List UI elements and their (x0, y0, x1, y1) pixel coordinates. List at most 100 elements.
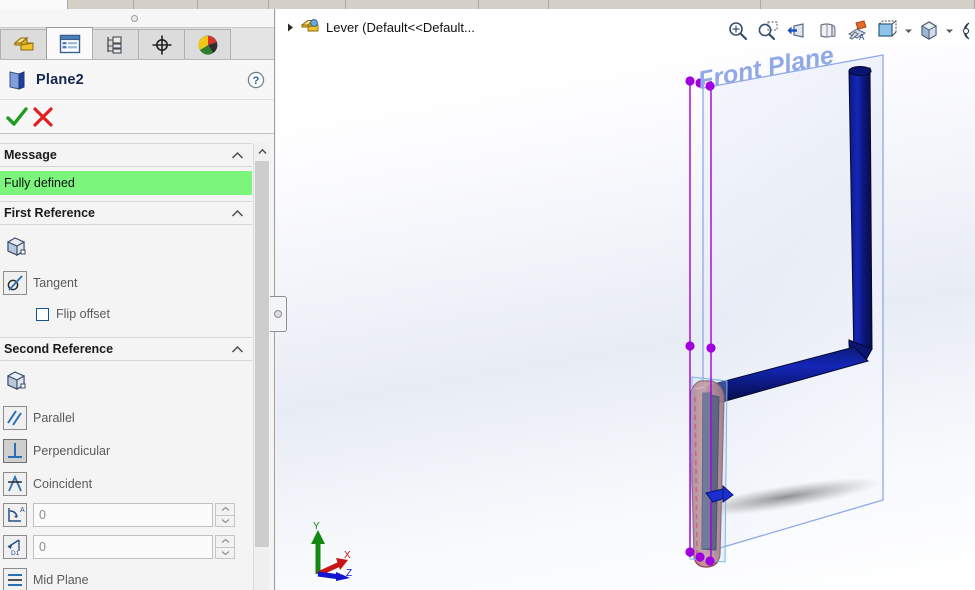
distance-icon: D1 (3, 535, 27, 559)
expand-arrow-right[interactable] (282, 22, 298, 33)
zoom-to-fit-icon[interactable] (723, 18, 753, 44)
second-reference-constraint-parallel[interactable]: Parallel (0, 405, 252, 431)
distance-stepper-down[interactable] (215, 546, 235, 559)
first-reference-constraint-tangent[interactable]: Tangent (0, 270, 252, 296)
ribbon-tab-0[interactable] (0, 0, 68, 9)
flip-offset-row[interactable]: Flip offset (36, 307, 110, 321)
distance-stepper[interactable] (215, 535, 235, 559)
tab-property-manager[interactable] (46, 27, 93, 59)
section-first-reference-header[interactable]: First Reference (0, 201, 252, 225)
ribbon-tab-6[interactable] (479, 0, 549, 9)
coincident-label: Coincident (33, 477, 93, 491)
section-first-reference-label: First Reference (4, 206, 96, 220)
flip-offset-label: Flip offset (56, 307, 110, 321)
section-view-icon[interactable] (813, 18, 843, 44)
tab-configuration-manager[interactable] (92, 29, 139, 59)
help-question-icon[interactable]: ? (247, 71, 265, 89)
graphics-region: Lever (Default<<Default... A Front Plane… (276, 9, 975, 590)
panel-pin-button[interactable] (131, 15, 138, 22)
svg-text:A: A (20, 507, 25, 514)
part-document-icon (300, 17, 320, 37)
parallel-icon (3, 406, 27, 430)
tab-dimxpert-manager[interactable] (138, 29, 185, 59)
hide-show-items-caret-icon[interactable] (944, 18, 955, 44)
view-toolbar: A (723, 17, 973, 45)
distance-row: D1 0 (0, 534, 252, 560)
svg-text:Z: Z (346, 568, 352, 579)
section-second-reference-header[interactable]: Second Reference (0, 337, 252, 361)
second-reference-row (0, 368, 252, 394)
ribbon-tab-2[interactable] (134, 0, 198, 9)
first-reference-row (0, 232, 252, 262)
mid-plane-row[interactable]: Mid Plane (0, 567, 252, 590)
distance-input[interactable]: 0 (33, 535, 213, 559)
apply-scene-icon[interactable] (955, 18, 973, 44)
perpendicular-label: Perpendicular (33, 444, 111, 458)
green-check-icon[interactable] (4, 104, 30, 130)
page-title: Plane2 (36, 71, 84, 88)
parallel-label: Parallel (33, 411, 75, 425)
dimxpert-target-icon (151, 34, 173, 56)
chevron-up-icon[interactable] (231, 344, 244, 355)
ribbon-tab-5[interactable] (346, 0, 479, 9)
ribbon-tab-strip (0, 0, 975, 9)
tab-feature-manager-tree[interactable] (0, 29, 47, 59)
selected-face-highlight (689, 376, 728, 568)
graphics-viewport[interactable]: Front Plane Y X Z (276, 45, 975, 590)
ribbon-tab-7[interactable] (549, 0, 761, 9)
svg-text:X: X (344, 550, 351, 561)
tab-display-manager[interactable] (184, 29, 231, 59)
panel-splitter-handle[interactable] (270, 296, 287, 332)
property-manager-actions (0, 100, 274, 134)
red-x-icon[interactable] (30, 104, 56, 130)
second-reference-constraint-coincident[interactable]: Coincident (0, 471, 252, 497)
angle-row: A 0 (0, 502, 252, 528)
view-orientation-icon[interactable]: A (843, 18, 873, 44)
ribbon-tab-4[interactable] (269, 0, 346, 9)
tangent-icon (3, 271, 27, 295)
property-list-icon (59, 34, 81, 54)
mid-plane-icon (3, 568, 27, 590)
perpendicular-icon (3, 439, 27, 463)
chevron-up-icon[interactable] (231, 150, 244, 161)
svg-text:Y: Y (313, 521, 320, 532)
configuration-icon (105, 35, 127, 55)
yellow-part-icon (12, 34, 36, 56)
previous-view-icon[interactable] (783, 18, 813, 44)
angle-stepper-up[interactable] (215, 503, 235, 515)
display-sphere-icon (197, 34, 219, 56)
property-manager-header: Plane2 ? (0, 60, 274, 100)
svg-text:D1: D1 (11, 550, 20, 557)
coordinate-triad: Y X Z (296, 520, 358, 582)
panel-scrollbar[interactable] (253, 143, 270, 590)
distance-stepper-up[interactable] (215, 535, 235, 547)
section-second-reference-label: Second Reference (4, 342, 114, 356)
chevron-up-icon[interactable] (231, 208, 244, 219)
display-style-icon[interactable] (873, 18, 903, 44)
splitter-dot-icon (274, 310, 282, 318)
hide-show-items-icon[interactable] (914, 18, 944, 44)
reference-plane-icon (3, 368, 29, 394)
angle-stepper-down[interactable] (215, 514, 235, 527)
tree-root-label[interactable]: Lever (Default<<Default... (326, 20, 475, 35)
property-manager-panel: Plane2 ? Message Fully defined First Ref… (0, 9, 275, 590)
panel-scrollbar-thumb[interactable] (255, 161, 269, 547)
tangent-label: Tangent (33, 276, 78, 290)
ribbon-tab-3[interactable] (198, 0, 269, 9)
plane-icon (6, 69, 28, 91)
display-style-caret-icon[interactable] (903, 18, 914, 44)
ribbon-tab-8[interactable] (761, 0, 975, 9)
scroll-up-arrow[interactable] (254, 143, 270, 160)
angle-input[interactable]: 0 (33, 503, 213, 527)
angle-stepper[interactable] (215, 503, 235, 527)
angle-icon: A (3, 503, 27, 527)
mid-plane-label: Mid Plane (33, 573, 89, 587)
coincident-icon (3, 472, 27, 496)
second-reference-constraint-perpendicular[interactable]: Perpendicular (0, 438, 252, 464)
svg-text:?: ? (253, 75, 260, 87)
section-message-header[interactable]: Message (0, 143, 252, 167)
ribbon-tab-1[interactable] (68, 0, 134, 9)
flip-offset-checkbox[interactable] (36, 307, 49, 321)
zoom-to-area-icon[interactable] (753, 18, 783, 44)
section-message-label: Message (4, 148, 57, 162)
